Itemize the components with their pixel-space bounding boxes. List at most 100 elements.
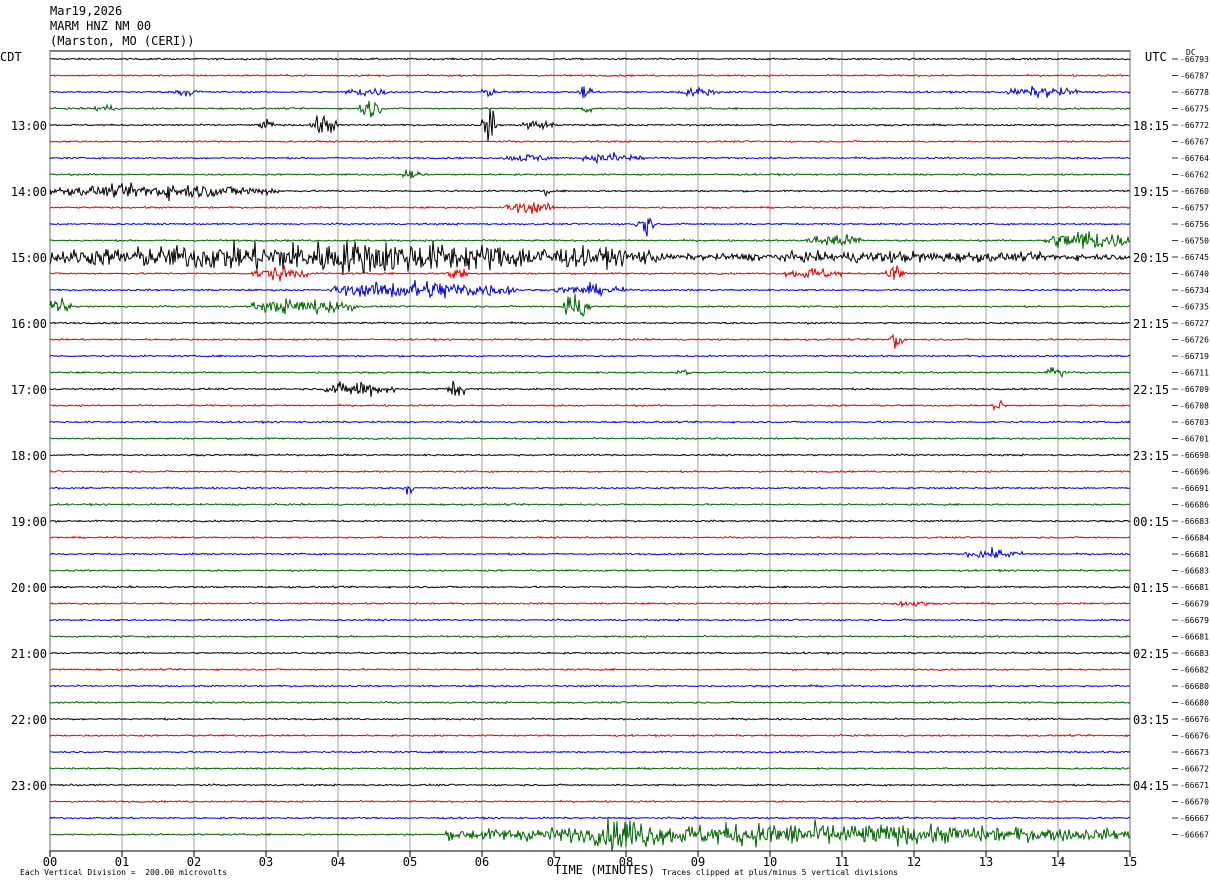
x-tick-label-14: 14 (1051, 855, 1065, 869)
trace-32 (49, 585, 1131, 589)
x-tick-label-15: 15 (1123, 855, 1137, 869)
trace-42 (49, 750, 1131, 754)
dc-offset-9: -66757 (1180, 204, 1209, 213)
utc-hour-label: 19:15 (1133, 185, 1169, 199)
dc-offset-6: -66764 (1180, 154, 1209, 163)
x-tick-label-13: 13 (979, 855, 993, 869)
dc-offset-40: -66676 (1180, 715, 1209, 724)
trace-7 (49, 169, 1131, 179)
trace-40 (49, 717, 1131, 721)
utc-hour-label: 18:15 (1133, 119, 1169, 133)
trace-5 (49, 139, 1131, 144)
x-tick-label-03: 03 (259, 855, 273, 869)
trace-34 (49, 618, 1131, 622)
dc-offset-13: -66740 (1180, 270, 1209, 279)
dc-offset-23: -66701 (1180, 435, 1209, 444)
trace-3 (49, 100, 1131, 118)
cdt-hour-label: 22:00 (11, 713, 47, 727)
dc-offset-41: -66676 (1180, 732, 1209, 741)
trace-39 (49, 700, 1131, 705)
dc-offset-34: -66679 (1180, 616, 1209, 625)
cdt-hour-label: 21:00 (11, 647, 47, 661)
utc-hour-label: 22:15 (1133, 383, 1169, 397)
utc-hour-label: 03:15 (1133, 713, 1169, 727)
trace-36 (49, 651, 1131, 656)
x-axis-title: TIME (MINUTES) (554, 863, 656, 877)
x-tick-label-00: 00 (43, 855, 57, 869)
dc-offset-46: -66667 (1180, 814, 1209, 823)
cdt-hour-label: 17:00 (11, 383, 47, 397)
dc-offset-18: -66719 (1180, 352, 1209, 361)
cdt-hour-label: 16:00 (11, 317, 47, 331)
dc-offset-31: -66683 (1180, 567, 1209, 576)
dc-offset-22: -66703 (1180, 418, 1209, 427)
trace-24 (50, 453, 1131, 457)
dc-offset-39: -66680 (1180, 699, 1209, 708)
dc-offset-29: -66684 (1180, 534, 1209, 543)
cdt-hour-label: 20:00 (11, 581, 47, 595)
dc-offset-36: -66683 (1180, 649, 1209, 658)
dc-offset-38: -66680 (1180, 682, 1209, 691)
dc-offset-24: -66698 (1180, 451, 1209, 460)
x-tick-label-12: 12 (907, 855, 921, 869)
trace-19 (50, 367, 1131, 378)
trace-17 (49, 333, 1131, 349)
trace-22 (49, 420, 1131, 425)
x-tick-label-02: 02 (187, 855, 201, 869)
trace-25 (49, 469, 1131, 474)
dc-offset-47: -66667 (1180, 831, 1209, 840)
trace-21 (49, 399, 1130, 412)
trace-18 (49, 354, 1131, 358)
trace-27 (49, 502, 1130, 507)
dc-offset-14: -66734 (1180, 286, 1209, 295)
trace-33 (50, 600, 1130, 609)
cdt-hour-label: 14:00 (11, 185, 47, 199)
trace-38 (49, 684, 1131, 688)
utc-hour-label: 02:15 (1133, 647, 1169, 661)
trace-35 (49, 634, 1131, 639)
utc-hour-label: 23:15 (1133, 449, 1169, 463)
trace-29 (49, 535, 1131, 540)
cdt-hour-label: 15:00 (11, 251, 47, 265)
dc-offset-3: -66775 (1180, 105, 1209, 114)
dc-offset-21: -66708 (1180, 402, 1209, 411)
trace-15 (49, 293, 1131, 318)
dc-offset-12: -66745 (1180, 253, 1209, 262)
dc-offset-11: -66750 (1180, 237, 1209, 246)
dc-offset-26: -66691 (1180, 484, 1209, 493)
x-tick-label-04: 04 (331, 855, 345, 869)
trace-14 (49, 280, 1131, 299)
x-tick-label-05: 05 (403, 855, 417, 869)
x-tick-label-10: 10 (763, 855, 777, 869)
scale-note: Each Vertical Division = 200.00 microvol… (20, 868, 228, 877)
trace-28 (49, 519, 1131, 523)
trace-26 (49, 485, 1131, 495)
trace-43 (49, 766, 1131, 771)
trace-45 (49, 799, 1131, 804)
dc-offset-17: -66726 (1180, 336, 1209, 345)
trace-16 (49, 321, 1131, 325)
trace-11 (49, 231, 1131, 249)
trace-41 (49, 733, 1131, 738)
dc-offset-30: -66681 (1180, 550, 1209, 559)
utc-hour-label: 21:15 (1133, 317, 1169, 331)
dc-offset-8: -66760 (1180, 187, 1209, 196)
dc-offset-5: -66767 (1180, 138, 1209, 147)
utc-hour-label: 04:15 (1133, 779, 1169, 793)
x-tick-label-11: 11 (835, 855, 849, 869)
dc-offset-2: -66778 (1180, 88, 1209, 97)
dc-offset-1: -66787 (1180, 72, 1209, 81)
dc-offset-27: -66686 (1180, 501, 1209, 510)
dc-offset-33: -66679 (1180, 600, 1209, 609)
trace-2 (49, 86, 1131, 100)
utc-hour-label: 01:15 (1133, 581, 1169, 595)
plot-frame (49, 50, 1131, 852)
dc-offset-28: -66683 (1180, 517, 1209, 526)
trace-23 (49, 436, 1131, 441)
dc-offset-4: -66772 (1180, 121, 1209, 130)
trace-30 (49, 546, 1131, 559)
dc-offset-16: -66727 (1180, 319, 1209, 328)
trace-1 (49, 73, 1131, 78)
x-tick-label-06: 06 (475, 855, 489, 869)
trace-44 (49, 783, 1131, 787)
